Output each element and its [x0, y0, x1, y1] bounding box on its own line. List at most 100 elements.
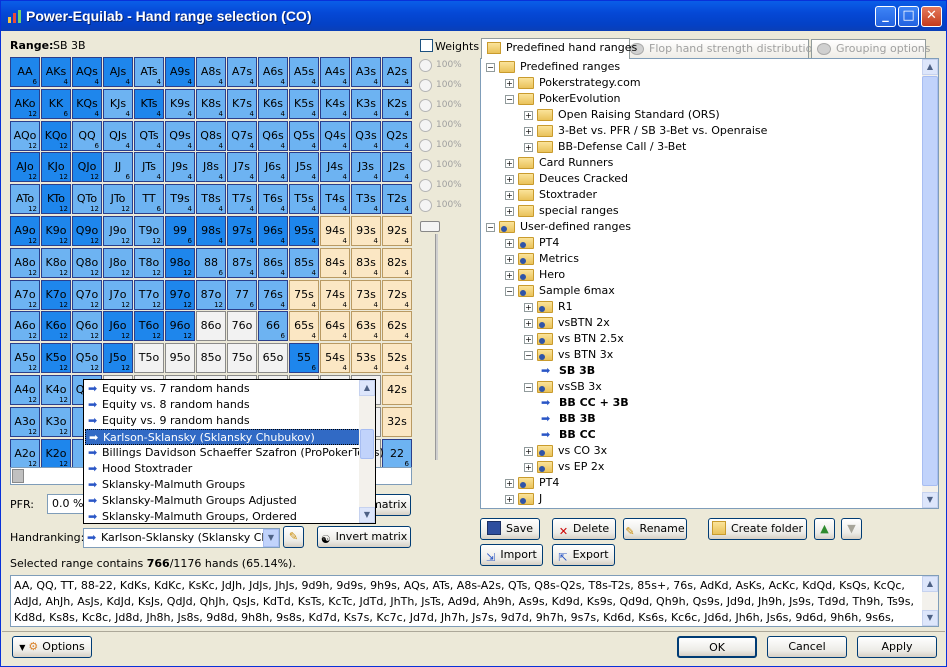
hand-cell[interactable]: KJo 12	[41, 152, 71, 182]
weights-checkbox[interactable]	[420, 39, 433, 52]
collapse-icon[interactable]: −	[524, 383, 533, 392]
hand-cell[interactable]: J7s 4	[227, 152, 257, 182]
export-button[interactable]: ⇱ Export	[552, 544, 615, 566]
hand-cell[interactable]: K9s 4	[165, 89, 195, 119]
hand-cell[interactable]: KQs 4	[72, 89, 102, 119]
weight-radio[interactable]	[419, 59, 432, 72]
hand-cell[interactable]: 95s 4	[289, 216, 319, 246]
tree-node[interactable]: +3-Bet vs. PFR / SB 3-Bet vs. Openraise	[481, 123, 921, 139]
expand-icon[interactable]: +	[505, 207, 514, 216]
hand-cell[interactable]: 86s 4	[258, 248, 288, 278]
pfr-field[interactable]: 0.0 %	[47, 494, 87, 514]
expand-icon[interactable]: +	[524, 127, 533, 136]
close-button[interactable]: ✕	[921, 6, 942, 27]
hand-cell[interactable]: A8o 12	[10, 248, 40, 278]
tree-node[interactable]: + PT4	[481, 235, 921, 251]
tree-node[interactable]: + vsBTN 2x	[481, 315, 921, 331]
collapse-icon[interactable]: −	[486, 63, 495, 72]
hand-cell[interactable]: AKs 4	[41, 57, 71, 87]
tree-node[interactable]: + PT4	[481, 475, 921, 491]
ok-button[interactable]: OK	[677, 636, 757, 658]
expand-icon[interactable]: +	[505, 191, 514, 200]
hand-cell[interactable]: 94s 4	[320, 216, 350, 246]
collapse-icon[interactable]: −	[486, 223, 495, 232]
hand-cell[interactable]: KK 6	[41, 89, 71, 119]
hand-cell[interactable]: A9s 4	[165, 57, 195, 87]
create-folder-button[interactable]: Create folder	[708, 518, 807, 540]
hand-cell[interactable]: 75s 4	[289, 280, 319, 310]
hand-cell[interactable]: 53s 4	[351, 343, 381, 373]
expand-icon[interactable]: +	[505, 239, 514, 248]
hand-cell[interactable]: JTo 12	[103, 184, 133, 214]
hand-cell[interactable]: K7s 4	[227, 89, 257, 119]
tree-node[interactable]: − vs BTN 3x	[481, 347, 921, 363]
expand-icon[interactable]: +	[505, 479, 514, 488]
memo-scroll-down-icon[interactable]: ▼	[922, 610, 938, 626]
handranking-dropdown-list[interactable]: ➡ Equity vs. 7 random hands ➡ Equity vs. 8 …	[83, 379, 384, 525]
expand-icon[interactable]: +	[524, 319, 533, 328]
hand-cell[interactable]: J5o 12	[103, 343, 133, 373]
weight-slider-track[interactable]	[435, 234, 438, 460]
weight-row[interactable]: 100%	[419, 59, 465, 73]
hand-cell[interactable]: 73s 4	[351, 280, 381, 310]
hand-cell[interactable]: 96s 4	[258, 216, 288, 246]
hand-cell[interactable]: AJo 12	[10, 152, 40, 182]
tree-node[interactable]: + Pokerstrategy.com	[481, 75, 921, 91]
weight-radio[interactable]	[419, 139, 432, 152]
collapse-icon[interactable]: −	[505, 287, 514, 296]
tree-node[interactable]: + special ranges	[481, 203, 921, 219]
hand-cell[interactable]: K2s 4	[382, 89, 412, 119]
handranking-select[interactable]: ➡ Karlson-Sklansky (Sklansky Chubu ▼	[83, 528, 280, 548]
hand-cell[interactable]: J5s 4	[289, 152, 319, 182]
range-slider-thumb[interactable]	[12, 469, 24, 483]
hand-cell[interactable]: K2o 12	[41, 439, 71, 469]
hand-cell[interactable]: AA 6	[10, 57, 40, 87]
hand-cell[interactable]: T6o 12	[134, 311, 164, 341]
hand-cell[interactable]: KQo 12	[41, 121, 71, 151]
weight-radio[interactable]	[419, 159, 432, 172]
tree-scroll-up-icon[interactable]: ▲	[922, 59, 938, 75]
hand-cell[interactable]: 22 6	[382, 439, 412, 469]
tree-node[interactable]: + vs EP 2x	[481, 459, 921, 475]
weight-radio[interactable]	[419, 79, 432, 92]
hand-cell[interactable]: A4o 12	[10, 375, 40, 405]
weight-radio[interactable]	[419, 179, 432, 192]
hand-cell[interactable]: A5o 12	[10, 343, 40, 373]
hand-cell[interactable]: A9o 12	[10, 216, 40, 246]
weight-radio[interactable]	[419, 99, 432, 112]
handranking-option[interactable]: ➡ Billings Davidson Schaeffer Szafron (Pr…	[85, 445, 384, 461]
hand-cell[interactable]: AQo 12	[10, 121, 40, 151]
tree-node[interactable]: + Metrics	[481, 251, 921, 267]
hand-cell[interactable]: A4s 4	[320, 57, 350, 87]
import-button[interactable]: ⇲ Import	[480, 544, 543, 566]
handranking-option[interactable]: ➡ Equity vs. 8 random hands	[85, 397, 360, 413]
hand-cell[interactable]: Q7s 4	[227, 121, 257, 151]
hand-cell[interactable]: K4o 12	[41, 375, 71, 405]
hand-cell[interactable]: J8s 4	[196, 152, 226, 182]
weight-row[interactable]: 100%	[419, 139, 465, 153]
hand-cell[interactable]: 62s 4	[382, 311, 412, 341]
cancel-button[interactable]: Cancel	[767, 636, 847, 658]
hand-cell[interactable]: Q6o 12	[72, 311, 102, 341]
weight-row[interactable]: 100%	[419, 199, 465, 213]
hand-cell[interactable]: Q8s 4	[196, 121, 226, 151]
handranking-option[interactable]: ➡ Sklansky-Malmuth Groups, Ordered	[85, 509, 360, 525]
tree-node[interactable]: − Sample 6max	[481, 283, 921, 299]
weight-row[interactable]: 100%	[419, 79, 465, 93]
dropdown-scroll-thumb[interactable]	[360, 429, 374, 459]
tab-1[interactable]: Flop hand strength distribution	[624, 39, 819, 59]
hand-cell[interactable]: 97o 12	[165, 280, 195, 310]
title-bar[interactable]: Power-Equilab - Hand range selection (CO…	[1, 1, 946, 31]
expand-icon[interactable]: +	[505, 79, 514, 88]
hand-cell[interactable]: T7s 4	[227, 184, 257, 214]
tree-node[interactable]: + vs BTN 2.5x	[481, 331, 921, 347]
hand-cell[interactable]: 65s 4	[289, 311, 319, 341]
memo-scroll-up-icon[interactable]: ▲	[922, 576, 938, 592]
expand-icon[interactable]: +	[524, 463, 533, 472]
hand-cell[interactable]: J3s 4	[351, 152, 381, 182]
hand-cell[interactable]: A8s 4	[196, 57, 226, 87]
hand-cell[interactable]: K4s 4	[320, 89, 350, 119]
expand-icon[interactable]: +	[524, 447, 533, 456]
hand-cell[interactable]: Q9s 4	[165, 121, 195, 151]
hand-cell[interactable]: K3o 12	[41, 407, 71, 437]
